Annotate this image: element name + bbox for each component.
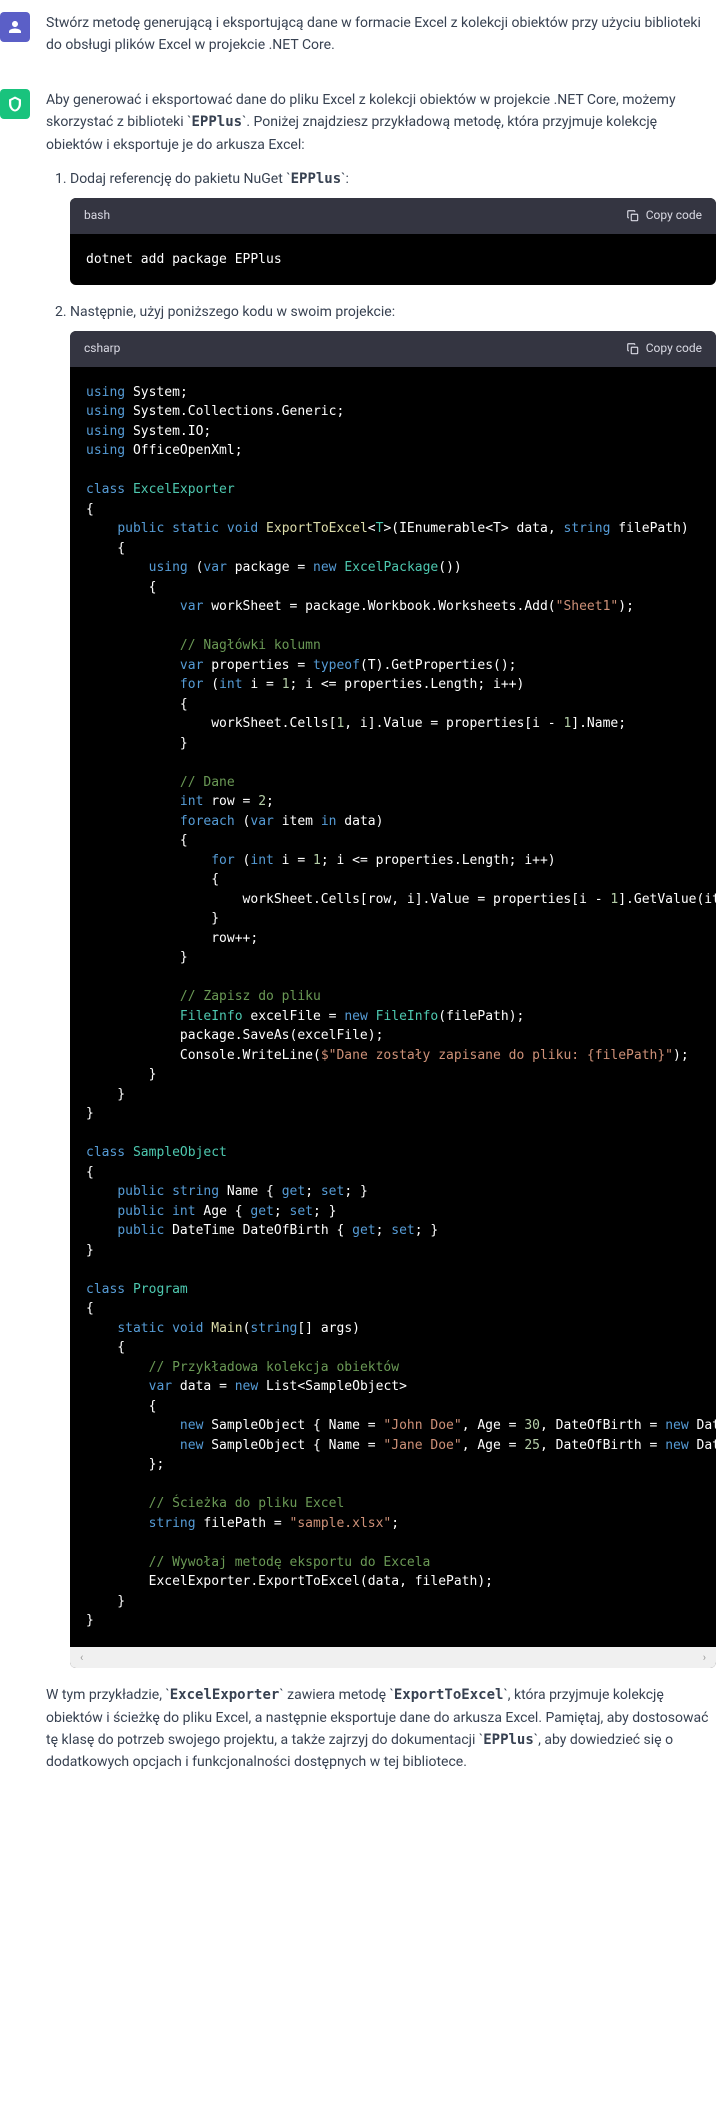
inline-code: ExcelExporter: [170, 1687, 280, 1703]
user-message: Stwórz metodę generującą i eksportującą …: [0, 0, 724, 77]
user-avatar: [0, 12, 30, 42]
code-block-csharp: csharp Copy code using System; using Sys…: [70, 331, 716, 1668]
code-lang: bash: [84, 206, 110, 225]
inline-code: EPPlus: [483, 1732, 534, 1748]
assistant-content: Aby generować i eksportować dane do plik…: [46, 89, 724, 1782]
code-header: bash Copy code: [70, 198, 716, 233]
assistant-avatar: [0, 89, 30, 119]
code-lang: csharp: [84, 339, 120, 358]
copy-button[interactable]: Copy code: [626, 206, 702, 225]
chevron-left-icon: ‹: [80, 1649, 83, 1667]
clipboard-icon: [626, 342, 640, 356]
code-body[interactable]: dotnet add package EPPlus: [70, 234, 716, 286]
scrollbar[interactable]: ‹›: [70, 1647, 716, 1669]
user-content: Stwórz metodę generującą i eksportującą …: [46, 12, 724, 65]
bot-icon: [6, 95, 24, 113]
inline-code: EPPlus: [291, 171, 342, 187]
user-text: Stwórz metodę generującą i eksportującą …: [46, 12, 716, 57]
chevron-right-icon: ›: [703, 1649, 706, 1667]
code-block-bash: bash Copy code dotnet add package EPPlus: [70, 198, 716, 285]
intro-text: Aby generować i eksportować dane do plik…: [46, 89, 716, 156]
code-header: csharp Copy code: [70, 331, 716, 366]
assistant-message: Aby generować i eksportować dane do plik…: [0, 77, 724, 1794]
clipboard-icon: [626, 209, 640, 223]
code-body[interactable]: using System; using System.Collections.G…: [70, 367, 716, 1647]
step-2: Następnie, użyj poniższego kodu w swoim …: [70, 301, 716, 1668]
person-icon: [6, 18, 24, 36]
step-1: Dodaj referencję do pakietu NuGet `EPPlu…: [70, 168, 716, 285]
inline-code: EPPlus: [191, 114, 242, 130]
inline-code: ExportToExcel: [394, 1687, 504, 1703]
steps-list: Dodaj referencję do pakietu NuGet `EPPlu…: [46, 168, 716, 1668]
copy-button[interactable]: Copy code: [626, 339, 702, 358]
outro-text: W tym przykładzie, `ExcelExporter` zawie…: [46, 1684, 716, 1774]
